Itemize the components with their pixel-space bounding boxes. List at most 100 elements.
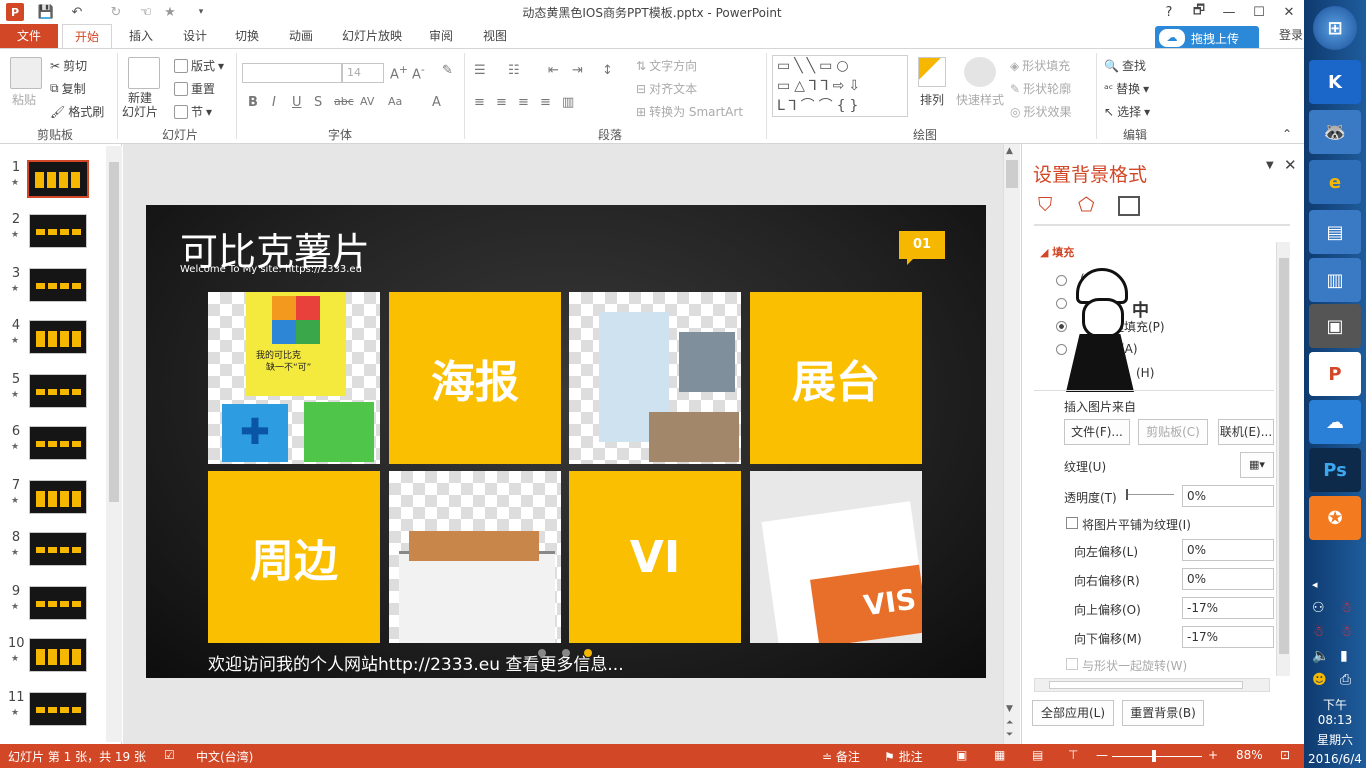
zoom-slider[interactable] bbox=[1112, 756, 1202, 757]
find-button[interactable]: 查找 bbox=[1122, 57, 1146, 74]
tray-app-icon[interactable]: ☻ bbox=[1312, 672, 1327, 688]
font-color-icon[interactable]: A bbox=[432, 95, 441, 110]
section-button[interactable]: 节 bbox=[191, 103, 203, 120]
browser-icon[interactable]: e bbox=[1309, 160, 1361, 204]
new-slide-icon[interactable] bbox=[128, 57, 160, 89]
scrollbar-thumb[interactable] bbox=[1049, 681, 1243, 689]
transparency-slider[interactable] bbox=[1128, 494, 1174, 495]
offset-bottom-input[interactable]: -17% bbox=[1182, 626, 1274, 648]
previous-slide-icon[interactable]: ⏶ bbox=[1006, 718, 1013, 728]
tab-file[interactable]: 文件 bbox=[0, 24, 58, 48]
raccoon-app-icon[interactable]: 🦝 bbox=[1309, 110, 1361, 154]
align-text-button[interactable]: 对齐文本 bbox=[649, 80, 697, 97]
photo-merchandise[interactable] bbox=[389, 471, 561, 643]
slide-thumbnail[interactable] bbox=[29, 214, 87, 248]
grow-font-icon[interactable]: A+ bbox=[390, 63, 408, 82]
smartart-button[interactable]: 转换为 SmartArt bbox=[649, 103, 743, 120]
k-app-icon[interactable]: K bbox=[1309, 60, 1361, 104]
slide-number-badge[interactable]: 01 bbox=[899, 231, 945, 259]
zoom-slider-handle[interactable] bbox=[1152, 750, 1156, 762]
align-right-icon[interactable]: ≡ bbox=[518, 95, 529, 110]
cut-button[interactable]: 剪切 bbox=[63, 57, 87, 74]
paste-icon[interactable] bbox=[10, 57, 42, 89]
help-button[interactable]: ? bbox=[1154, 0, 1184, 24]
effects-pentagon-icon[interactable]: ⬠ bbox=[1078, 194, 1102, 218]
slide-thumbnail[interactable] bbox=[29, 692, 87, 726]
fill-section-header[interactable]: 填充 bbox=[1052, 246, 1074, 259]
transparency-input[interactable]: 0% bbox=[1182, 485, 1274, 507]
layout-button[interactable]: 版式 bbox=[191, 57, 215, 74]
file-button[interactable]: 文件(F)... bbox=[1064, 419, 1130, 445]
line-spacing-icon[interactable]: ↕ bbox=[602, 63, 613, 78]
close-button[interactable]: ✕ bbox=[1274, 0, 1304, 24]
slide-sorter-icon[interactable]: ▦ bbox=[994, 748, 1005, 762]
archive-icon[interactable]: ▥ bbox=[1309, 258, 1361, 302]
bullets-icon[interactable]: ☰ bbox=[474, 63, 486, 78]
slide-thumbnail[interactable] bbox=[27, 160, 89, 198]
powerpoint-taskbar-icon[interactable]: P bbox=[1309, 352, 1361, 396]
columns-icon[interactable]: ▥ bbox=[562, 95, 574, 110]
format-painter-button[interactable]: 格式刷 bbox=[68, 103, 104, 120]
slide-thumbnail[interactable] bbox=[29, 426, 87, 460]
comments-button[interactable]: 批注 bbox=[899, 750, 923, 764]
slide-thumbnail[interactable] bbox=[29, 374, 87, 408]
font-size-input[interactable]: 14 bbox=[342, 63, 384, 83]
fill-bucket-icon[interactable]: ⛉ bbox=[1038, 194, 1062, 218]
tray-qq-icon[interactable]: ☃ bbox=[1340, 600, 1353, 616]
shrink-font-icon[interactable]: A- bbox=[412, 63, 425, 82]
strikethrough-icon[interactable]: abc bbox=[334, 95, 354, 108]
fit-to-window-icon[interactable]: ⊡ bbox=[1280, 748, 1290, 762]
tab-view[interactable]: 视图 bbox=[478, 24, 512, 48]
slide-thumbnail[interactable] bbox=[29, 320, 87, 354]
slide-thumbnail[interactable] bbox=[29, 268, 87, 302]
scrollbar-thumb[interactable] bbox=[109, 162, 119, 502]
tab-home[interactable]: 开始 bbox=[62, 24, 112, 49]
shape-effects-button[interactable]: 形状效果 bbox=[1023, 103, 1071, 120]
transparency-slider-handle[interactable] bbox=[1126, 489, 1128, 500]
online-button[interactable]: 联机(E)... bbox=[1218, 419, 1274, 445]
slide-subtitle[interactable]: Welcome To My site: https://2333.eu bbox=[180, 264, 362, 275]
tab-review[interactable]: 审阅 bbox=[424, 24, 458, 48]
justify-icon[interactable]: ≡ bbox=[540, 95, 551, 110]
align-center-icon[interactable]: ≡ bbox=[496, 95, 507, 110]
tab-slideshow[interactable]: 幻灯片放映 bbox=[338, 24, 406, 48]
photo-poster[interactable]: 我的可比克 缺一不“可” ✚ bbox=[208, 292, 380, 464]
copy-button[interactable]: 复制 bbox=[62, 80, 86, 97]
tray-volume-icon[interactable]: 🔈 bbox=[1312, 648, 1329, 664]
spellcheck-icon[interactable]: ☑ bbox=[164, 748, 175, 762]
quick-styles-icon[interactable] bbox=[964, 57, 996, 87]
decrease-indent-icon[interactable]: ⇤ bbox=[548, 63, 559, 78]
shape-outline-button[interactable]: 形状轮廓 bbox=[1023, 80, 1071, 97]
tray-device-icon[interactable]: ⎙ bbox=[1340, 672, 1351, 688]
select-button[interactable]: 选择 bbox=[1117, 103, 1141, 120]
underline-icon[interactable]: U bbox=[292, 95, 302, 110]
tile-picture-checkbox[interactable] bbox=[1066, 517, 1078, 529]
ribbon-display-button[interactable]: 🗗 bbox=[1184, 0, 1214, 24]
tray-battery-icon[interactable]: ▮ bbox=[1340, 648, 1348, 664]
scroll-up-icon[interactable]: ▲ bbox=[1006, 146, 1013, 156]
slide[interactable]: 可比克薯片 Welcome To My site: https://2333.e… bbox=[146, 205, 986, 678]
tab-design[interactable]: 设计 bbox=[178, 24, 212, 48]
italic-icon[interactable]: I bbox=[272, 95, 276, 110]
paste-button[interactable]: 粘贴 bbox=[12, 91, 36, 108]
zoom-in-icon[interactable]: + bbox=[1208, 748, 1218, 762]
photo-vi[interactable]: VIS bbox=[750, 471, 922, 643]
reset-button[interactable]: 重置 bbox=[191, 80, 215, 97]
tray-network-icon[interactable]: ⚇ bbox=[1312, 600, 1325, 616]
bold-icon[interactable]: B bbox=[248, 95, 258, 110]
next-slide-icon[interactable]: ⏷ bbox=[1006, 730, 1013, 740]
collapse-ribbon-icon[interactable]: ⌃ bbox=[1282, 127, 1292, 141]
tile-vi[interactable]: VI bbox=[569, 471, 741, 643]
text-direction-button[interactable]: 文字方向 bbox=[649, 57, 697, 74]
shadow-icon[interactable]: S bbox=[314, 95, 322, 110]
shapes-gallery[interactable]: ▭╲╲▭○ ▭△⅂⅂⇨⇩ ᒪ⅂⌒⌒{} bbox=[772, 55, 908, 117]
quick-styles-button[interactable]: 快速样式 bbox=[956, 91, 1004, 108]
minimize-button[interactable]: — bbox=[1214, 0, 1244, 24]
tab-insert[interactable]: 插入 bbox=[124, 24, 158, 48]
offset-right-input[interactable]: 0% bbox=[1182, 568, 1274, 590]
notes-button[interactable]: 备注 bbox=[836, 750, 860, 764]
slide-thumbnail[interactable] bbox=[29, 638, 87, 672]
slideshow-icon[interactable]: ⊤ bbox=[1068, 748, 1078, 762]
character-spacing-icon[interactable]: AV bbox=[360, 95, 374, 108]
pane-options-icon[interactable]: ▼ bbox=[1266, 160, 1274, 171]
